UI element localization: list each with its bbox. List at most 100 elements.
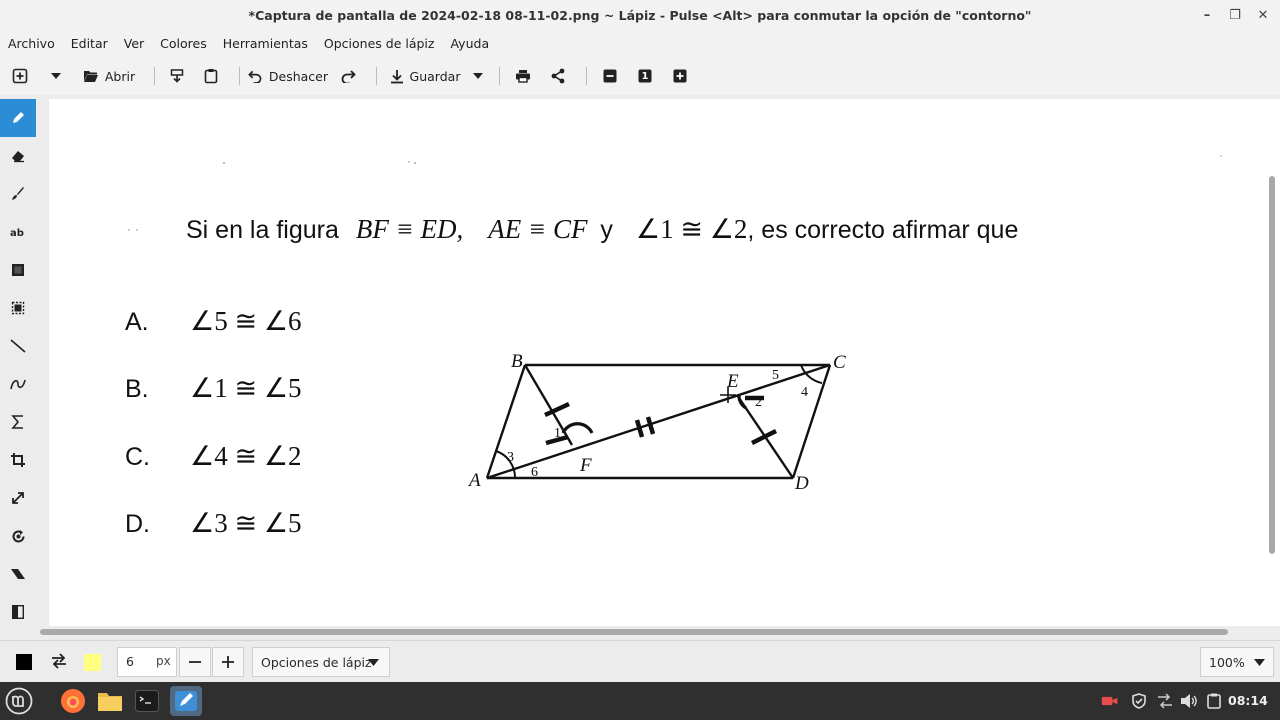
- tool-eraser[interactable]: [0, 137, 36, 175]
- shield-icon[interactable]: [1130, 693, 1148, 709]
- option-a-value: ∠5 ≅ ∠6: [190, 306, 302, 336]
- skew-icon: [11, 569, 25, 579]
- zoom-dropdown[interactable]: 100%: [1200, 647, 1274, 677]
- menu-button[interactable]: [4, 686, 34, 716]
- tool-scale[interactable]: [0, 479, 36, 517]
- rotate-icon: [12, 529, 24, 542]
- firefox-launcher[interactable]: [58, 686, 88, 716]
- clipboard-tray-icon[interactable]: [1205, 693, 1223, 709]
- menu-herramientas[interactable]: Herramientas: [215, 36, 316, 51]
- redo-button[interactable]: [328, 61, 368, 91]
- decrease-size-button[interactable]: [179, 647, 211, 677]
- camera-record-icon[interactable]: [1101, 693, 1119, 709]
- brush-size-input[interactable]: 6 px: [117, 647, 177, 677]
- new-dropdown[interactable]: [40, 61, 72, 91]
- maximize-button[interactable]: ❐: [1226, 6, 1244, 24]
- folder-open-icon: [83, 71, 98, 82]
- horizontal-scrollbar[interactable]: [40, 629, 1228, 635]
- save-button[interactable]: Guardar: [385, 61, 465, 91]
- option-c-value: ∠4 ≅ ∠2: [190, 441, 302, 471]
- terminal-launcher[interactable]: [132, 686, 162, 716]
- volume-icon[interactable]: [1180, 693, 1198, 709]
- zoom-reset-button[interactable]: 1: [625, 61, 665, 91]
- eraser-icon: [11, 151, 24, 163]
- vertex-f: F: [579, 455, 592, 476]
- terminal-icon: [135, 690, 159, 712]
- files-launcher[interactable]: [95, 686, 125, 716]
- print-button[interactable]: [508, 61, 538, 91]
- menu-archivo[interactable]: Archivo: [0, 36, 63, 51]
- open-button[interactable]: Abrir: [72, 61, 146, 91]
- angle-arc-1: [561, 422, 594, 434]
- option-b-letter: B.: [125, 375, 149, 403]
- menu-editar[interactable]: Editar: [63, 36, 116, 51]
- option-c-letter: C.: [125, 443, 150, 471]
- firefox-icon: [61, 689, 85, 713]
- question-text: Si en la figura BF ≡ ED, AE ≡ CF y ∠1 ≅ …: [186, 214, 1018, 245]
- tool-free-shape[interactable]: [0, 403, 36, 441]
- pencil-options-dropdown[interactable]: Opciones de lápiz: [252, 647, 390, 677]
- option-a-letter: A.: [125, 308, 149, 336]
- tool-pencil[interactable]: [0, 99, 36, 137]
- paste-button[interactable]: [191, 61, 231, 91]
- share-button[interactable]: [538, 61, 578, 91]
- rectangle-icon: [12, 264, 24, 276]
- vertical-scrollbar[interactable]: [1269, 176, 1275, 554]
- drawing-app-icon: [175, 691, 197, 711]
- tool-rectangle[interactable]: [0, 251, 36, 289]
- new-button[interactable]: [0, 61, 40, 91]
- curve-icon: [10, 379, 26, 390]
- tool-text[interactable]: ab: [0, 213, 36, 251]
- tool-rotate[interactable]: [0, 517, 36, 555]
- toolbar-separator: [499, 67, 500, 85]
- zoom-out-icon: [603, 69, 617, 83]
- zoom-in-icon: [673, 69, 687, 83]
- swap-colors-button[interactable]: [50, 652, 68, 670]
- brush-icon: [12, 187, 24, 200]
- option-d-letter: D.: [125, 510, 150, 538]
- menu-ver[interactable]: Ver: [116, 36, 152, 51]
- sigma-icon: [11, 415, 23, 429]
- filters-icon: [12, 605, 24, 619]
- pinta-window-button[interactable]: [170, 686, 202, 716]
- increase-size-button[interactable]: [212, 647, 244, 677]
- line-icon: [10, 339, 26, 353]
- option-b-value: ∠1 ≅ ∠5: [190, 373, 302, 403]
- question-segment-1: BF ≡ ED,: [355, 214, 464, 244]
- save-dropdown[interactable]: [465, 61, 491, 91]
- chevron-down-icon: [51, 73, 61, 79]
- toolbar-separator: [239, 67, 240, 85]
- tool-rect-selection[interactable]: [0, 289, 36, 327]
- vertex-e: E: [726, 371, 739, 392]
- image-canvas[interactable]: Si en la figura BF ≡ ED, AE ≡ CF y ∠1 ≅ …: [49, 99, 1280, 626]
- swap-icon: [52, 653, 66, 669]
- menu-ayuda[interactable]: Ayuda: [442, 36, 497, 51]
- close-button[interactable]: ✕: [1254, 6, 1272, 24]
- folder-icon: [98, 693, 122, 711]
- menu-colores[interactable]: Colores: [152, 36, 215, 51]
- import-button[interactable]: [163, 61, 191, 91]
- vertex-c: C: [833, 352, 846, 373]
- undo-button[interactable]: Deshacer: [248, 61, 328, 91]
- secondary-color-swatch[interactable]: [84, 654, 101, 671]
- clock[interactable]: 08:14: [1228, 693, 1268, 708]
- angle-label-5: 5: [772, 368, 779, 383]
- tool-line[interactable]: [0, 327, 36, 365]
- minimize-button[interactable]: –: [1198, 6, 1216, 24]
- parallelogram-figure: A B C D E F 1 2 3 4 5 6: [468, 351, 846, 494]
- tool-filters[interactable]: [0, 593, 36, 631]
- zoom-out-button[interactable]: [595, 61, 625, 91]
- tool-brush[interactable]: [0, 175, 36, 213]
- zoom-in-button[interactable]: [665, 61, 695, 91]
- toolbar-separator: [376, 67, 377, 85]
- network-icon[interactable]: [1156, 693, 1174, 709]
- angle-label-6: 6: [531, 465, 538, 480]
- menu-opciones-lapiz[interactable]: Opciones de lápiz: [316, 36, 443, 51]
- tool-skew[interactable]: [0, 555, 36, 593]
- tool-crop[interactable]: [0, 441, 36, 479]
- chevron-down-icon: [1254, 659, 1265, 666]
- tool-curve[interactable]: [0, 365, 36, 403]
- main-color-swatch[interactable]: [16, 654, 32, 670]
- question-angles: ∠1 ≅ ∠2: [635, 214, 748, 244]
- selection-icon: [11, 301, 25, 315]
